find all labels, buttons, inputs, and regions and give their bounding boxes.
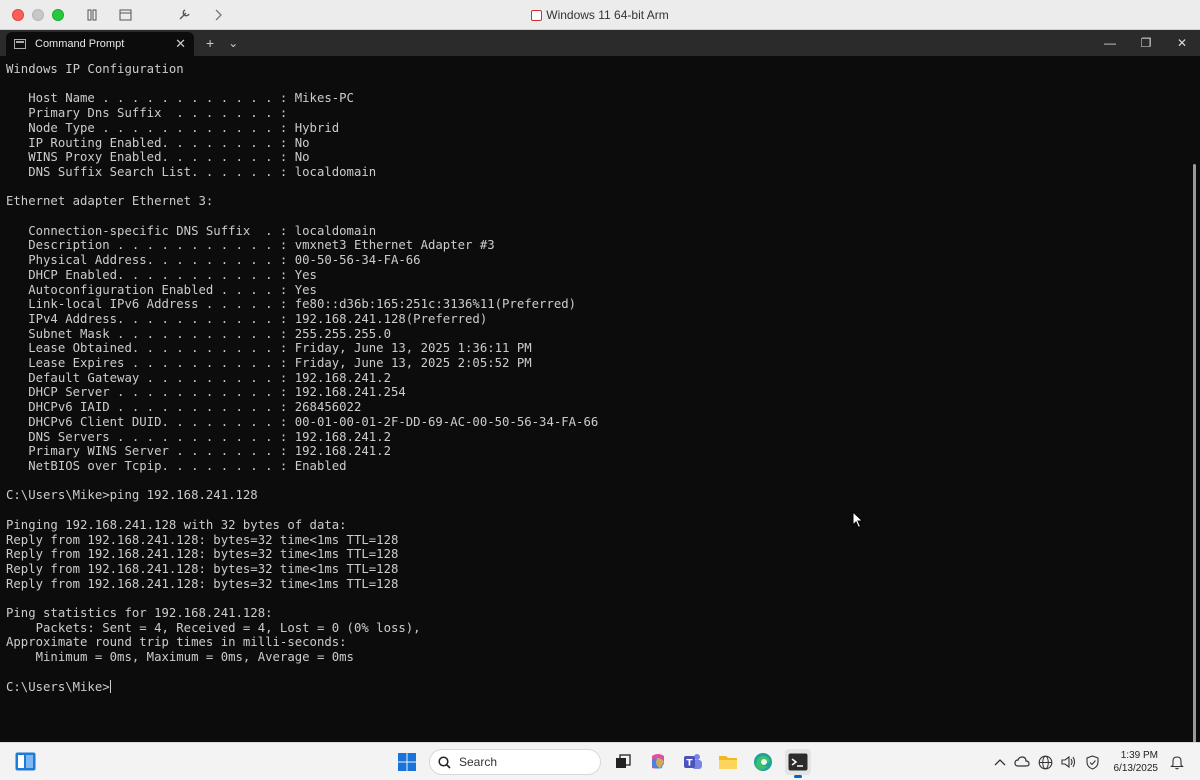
minimize-button[interactable]: — <box>1092 30 1128 56</box>
mouse-cursor-icon <box>852 511 864 529</box>
console-line: C:\Users\Mike>ping 192.168.241.128 <box>6 488 258 503</box>
console-line: Ethernet adapter Ethernet 3: <box>6 194 214 209</box>
edge-icon[interactable] <box>750 749 776 775</box>
new-tab-button[interactable]: + <box>206 35 214 51</box>
snapshot-icon[interactable] <box>118 7 134 23</box>
console-line: Link-local IPv6 Address . . . . . : fe80… <box>28 297 577 312</box>
zoom-window-button[interactable] <box>52 8 64 21</box>
console-line: Host Name . . . . . . . . . . . . : Mike… <box>28 91 354 106</box>
text-cursor <box>109 679 111 693</box>
console-line: Lease Expires . . . . . . . . . . : Frid… <box>28 356 532 371</box>
console-line: DHCP Enabled. . . . . . . . . . . : Yes <box>28 267 317 282</box>
search-icon <box>438 755 451 769</box>
copilot-icon[interactable] <box>645 749 671 775</box>
console-line: Primary WINS Server . . . . . . . : 192.… <box>28 444 391 459</box>
chevron-up-icon[interactable] <box>994 757 1006 767</box>
tab-close-icon[interactable]: ✕ <box>175 36 186 52</box>
console-line: Node Type . . . . . . . . . . . . : Hybr… <box>28 120 340 135</box>
vm-icon <box>531 9 543 21</box>
console-line: IP Routing Enabled. . . . . . . . : No <box>28 135 310 150</box>
console-line: Ping statistics for 192.168.241.128: <box>6 606 273 621</box>
clock-time: 1:39 PM <box>1120 750 1158 761</box>
wrench-icon[interactable] <box>176 7 192 23</box>
speaker-icon[interactable] <box>1060 755 1077 769</box>
task-view-icon[interactable] <box>610 749 636 775</box>
console-scrollbar[interactable] <box>1193 164 1196 742</box>
clock-date: 6/13/2025 <box>1113 763 1159 774</box>
window-traffic-lights <box>12 8 64 21</box>
pause-icon[interactable] <box>84 7 100 23</box>
tab-dropdown-button[interactable]: ⌄ <box>228 36 238 50</box>
console-line: Windows IP Configuration <box>6 62 184 76</box>
console-line: Reply from 192.168.241.128: bytes=32 tim… <box>6 576 399 591</box>
console-line: Reply from 192.168.241.128: bytes=32 tim… <box>6 532 399 547</box>
console-line: WINS Proxy Enabled. . . . . . . . : No <box>28 150 310 165</box>
terminal-icon[interactable] <box>785 749 811 778</box>
console-line: Autoconfiguration Enabled . . . . : Yes <box>28 282 317 297</box>
console-line: Primary Dns Suffix . . . . . . . : <box>28 106 288 121</box>
console-prompt[interactable]: C:\Users\Mike> <box>6 680 110 694</box>
console-line: DHCP Server . . . . . . . . . . . : 192.… <box>28 385 406 400</box>
console-line: Subnet Mask . . . . . . . . . . . : 255.… <box>28 326 391 341</box>
vm-title-text: Windows 11 64-bit Arm <box>546 8 669 22</box>
tab-command-prompt[interactable]: Command Prompt ✕ <box>6 32 194 56</box>
console-line: DNS Servers . . . . . . . . . . . : 192.… <box>28 429 391 444</box>
console-line: Approximate round trip times in milli-se… <box>6 635 347 650</box>
globe-icon[interactable] <box>1038 755 1053 770</box>
bell-icon[interactable] <box>1170 755 1184 770</box>
console-line: Pinging 192.168.241.128 with 32 bytes of… <box>6 517 347 532</box>
teams-icon[interactable]: T <box>680 749 706 775</box>
console-line: DNS Suffix Search List. . . . . . : loca… <box>28 164 377 179</box>
minimize-window-button[interactable] <box>32 8 44 21</box>
terminal-tab-strip: Command Prompt ✕ + ⌄ — ❐ ✕ <box>0 30 1200 56</box>
system-clock[interactable]: 1:39 PM 6/13/2025 <box>1114 749 1159 775</box>
file-explorer-icon[interactable] <box>715 749 741 775</box>
chevron-right-icon[interactable] <box>210 7 226 23</box>
windows-start-icon[interactable] <box>394 749 420 775</box>
vm-host-titlebar: Windows 11 64-bit Arm <box>0 0 1200 30</box>
console-text: Windows IP Configuration Host Name . . .… <box>0 56 1200 694</box>
console-line: DHCPv6 Client DUID. . . . . . . . : 00-0… <box>28 414 599 429</box>
close-button[interactable]: ✕ <box>1164 30 1200 56</box>
maximize-button[interactable]: ❐ <box>1128 30 1164 56</box>
close-window-button[interactable] <box>12 8 24 21</box>
console-line: Default Gateway . . . . . . . . . : 192.… <box>28 370 391 385</box>
console-output[interactable]: Windows IP Configuration Host Name . . .… <box>0 56 1200 742</box>
windows-taskbar: Search T 1:39 PM 6/13/2025 <box>0 742 1200 780</box>
console-line: Packets: Sent = 4, Received = 4, Lost = … <box>35 620 421 635</box>
command-prompt-icon <box>14 39 26 49</box>
taskbar-search-input[interactable]: Search <box>429 749 601 775</box>
console-line: IPv4 Address. . . . . . . . . . . : 192.… <box>28 311 488 326</box>
console-line: Reply from 192.168.241.128: bytes=32 tim… <box>6 547 399 562</box>
search-placeholder: Search <box>459 755 498 769</box>
tab-label: Command Prompt <box>35 38 125 50</box>
console-line: Physical Address. . . . . . . . . : 00-5… <box>28 253 421 268</box>
console-line: Description . . . . . . . . . . . : vmxn… <box>28 238 495 253</box>
shield-icon[interactable] <box>1085 754 1100 770</box>
svg-text:T: T <box>686 759 693 769</box>
console-line: Reply from 192.168.241.128: bytes=32 tim… <box>6 561 399 576</box>
console-line: Connection-specific DNS Suffix . : local… <box>28 223 377 238</box>
console-line: Lease Obtained. . . . . . . . . . : Frid… <box>28 341 532 356</box>
console-line: NetBIOS over Tcpip. . . . . . . . : Enab… <box>28 458 347 473</box>
console-line: Minimum = 0ms, Maximum = 0ms, Average = … <box>35 650 354 665</box>
widgets-icon[interactable] <box>15 752 36 771</box>
console-line: DHCPv6 IAID . . . . . . . . . . . : 2684… <box>28 400 362 415</box>
cloud-icon[interactable] <box>1013 755 1030 769</box>
